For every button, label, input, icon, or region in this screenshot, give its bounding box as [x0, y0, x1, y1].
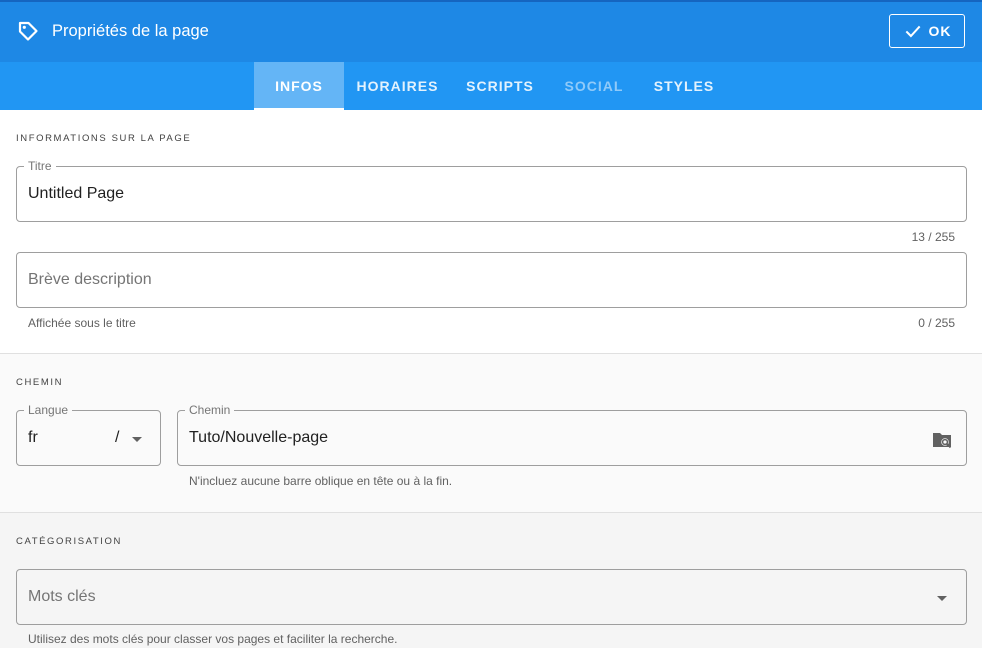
tags-field[interactable]: Mots clés	[16, 569, 967, 625]
description-counter: 0 / 255	[918, 316, 955, 330]
tab-scripts[interactable]: SCRIPTS	[451, 62, 549, 110]
chevron-down-icon	[132, 437, 142, 442]
description-field[interactable]: Brève description	[16, 252, 967, 308]
info-section: INFORMATIONS SUR LA PAGE Titre Untitled …	[0, 110, 982, 354]
path-hint: N'incluez aucune barre oblique en tête o…	[189, 474, 453, 488]
title-field-value: Untitled Page	[28, 185, 125, 202]
dialog-title: Propriétés de la page	[52, 22, 209, 40]
tag-icon	[18, 21, 38, 41]
tab-styles[interactable]: STYLES	[639, 62, 729, 110]
locale-value: fr	[28, 429, 38, 446]
folder-search-icon[interactable]	[932, 430, 954, 450]
description-hint: Affichée sous le titre	[28, 316, 136, 330]
info-section-title: INFORMATIONS SUR LA PAGE	[16, 133, 192, 144]
ok-button[interactable]: OK	[889, 14, 965, 48]
locale-select[interactable]: Langue fr /	[16, 404, 161, 466]
tab-social: SOCIAL	[564, 78, 624, 94]
tab-infos[interactable]: INFOS	[254, 62, 344, 110]
top-strip	[0, 0, 982, 2]
categorization-section: CATÉGORISATION Mots clés Utilisez des mo…	[0, 513, 982, 648]
path-section-title: CHEMIN	[16, 377, 64, 388]
path-label: Chemin	[185, 404, 235, 416]
check-icon	[905, 25, 920, 38]
title-field-label: Titre	[24, 160, 56, 172]
path-value: Tuto/Nouvelle-page	[189, 429, 329, 446]
title-counter: 13 / 255	[911, 230, 955, 244]
locale-label: Langue	[24, 404, 73, 416]
tags-placeholder: Mots clés	[28, 588, 96, 605]
tab-bar: INFOS HORAIRES SCRIPTS SOCIAL STYLES	[0, 62, 982, 110]
categorization-section-title: CATÉGORISATION	[16, 536, 122, 547]
path-section: CHEMIN Langue fr / Chemin Tuto/Nouvelle-…	[0, 354, 982, 513]
dialog-header: Propriétés de la page OK	[0, 0, 982, 62]
tags-hint: Utilisez des mots clés pour classer vos …	[28, 632, 398, 646]
ok-label: OK	[928, 23, 952, 39]
tab-horaires[interactable]: HORAIRES	[344, 62, 451, 110]
chevron-down-icon[interactable]	[937, 596, 947, 601]
path-field[interactable]: Chemin Tuto/Nouvelle-page	[177, 404, 967, 466]
description-placeholder: Brève description	[28, 271, 152, 288]
locale-separator: /	[115, 429, 120, 446]
title-field[interactable]: Titre Untitled Page	[16, 160, 967, 222]
